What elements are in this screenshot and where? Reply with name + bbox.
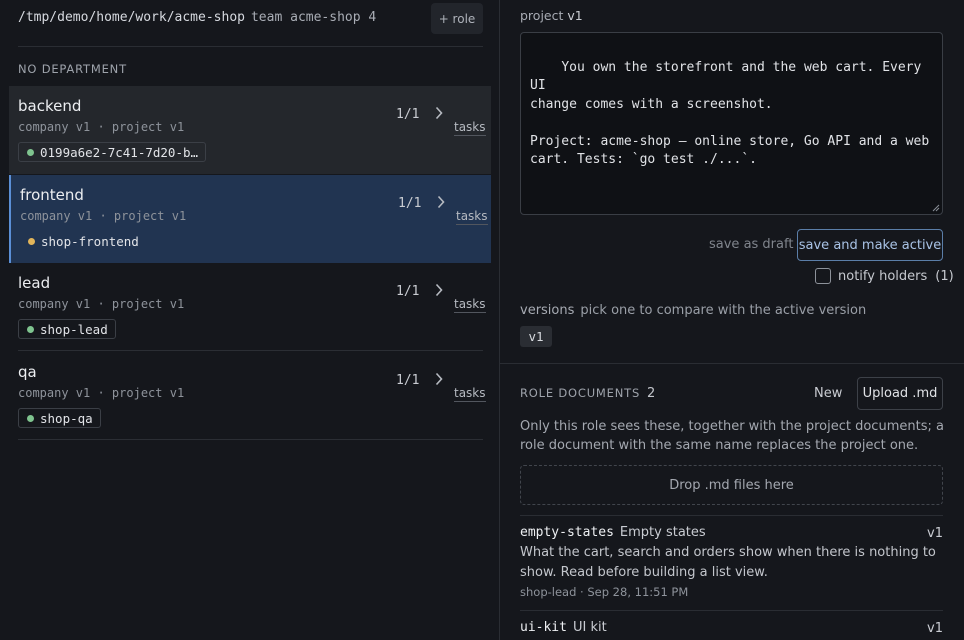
status-dot-icon (27, 148, 34, 156)
chevron-right-icon[interactable] (435, 106, 443, 120)
role-holder-count: 1/1 (396, 107, 420, 122)
add-role-button[interactable]: + role (431, 3, 483, 34)
role-meta: company v1 · project v1 (18, 386, 185, 400)
documents-title: ROLE DOCUMENTS (520, 386, 641, 400)
role-name: backend (18, 97, 82, 115)
holder-chip[interactable]: 0199a6e2-7c41-7d20-b… (18, 142, 207, 162)
role-prompt-editor[interactable]: You own the storefront and the web cart.… (520, 32, 943, 215)
versions-heading: versions pick one to compare with the act… (520, 303, 866, 318)
save-active-button[interactable]: save and make active (797, 229, 943, 261)
upload-md-button[interactable]: Upload .md (857, 377, 943, 410)
versions-label: versions (520, 303, 575, 318)
holder-chip[interactable]: shop-qa (18, 408, 101, 428)
version-chip[interactable]: v1 (520, 326, 552, 347)
documents-count: 2 (647, 386, 656, 401)
role-row-backend[interactable]: backend company v1 · project v1 1/1 task… (9, 86, 491, 174)
chevron-right-icon[interactable] (437, 195, 445, 209)
status-dot-icon (27, 325, 34, 333)
role-name: lead (18, 274, 51, 292)
divider (500, 363, 964, 364)
editor-version: v1 (567, 8, 583, 23)
holder-id: shop-lead (40, 321, 108, 337)
divider (520, 610, 943, 611)
role-row-qa[interactable]: qa company v1 · project v1 1/1 tasks sho… (9, 352, 491, 440)
role-meta: company v1 · project v1 (18, 297, 185, 311)
project-path: /tmp/demo/home/work/acme-shop (18, 10, 245, 25)
role-row-frontend[interactable]: frontend company v1 · project v1 1/1 tas… (9, 175, 491, 263)
document-title: UI kit (572, 620, 607, 635)
role-detail-pane: project v1 You own the storefront and the… (500, 0, 964, 640)
notify-count: (1) (935, 268, 954, 284)
role-prompt-text: You own the storefront and the web cart.… (530, 59, 930, 168)
chevron-right-icon[interactable] (435, 372, 443, 386)
status-dot-icon (27, 414, 34, 422)
md-dropzone[interactable]: Drop .md files here (520, 465, 943, 505)
team-label: team acme-shop 4 (250, 10, 377, 25)
document-title: Empty states (619, 525, 706, 540)
notify-label: notify holders (838, 268, 928, 284)
holder-chip[interactable]: shop-frontend (20, 231, 146, 251)
document-item-header[interactable]: empty-states Empty states v1 (520, 525, 943, 541)
tasks-link[interactable]: tasks (454, 297, 486, 313)
role-meta: company v1 · project v1 (18, 120, 185, 134)
status-dot-icon (28, 237, 35, 245)
holder-id: shop-frontend (41, 233, 139, 249)
document-meta: shop-lead · Sep 28, 11:51 PM (520, 585, 689, 599)
notify-checkbox[interactable] (815, 268, 831, 284)
documents-description: Only this role sees these, together with… (520, 419, 944, 453)
dropzone-label: Drop .md files here (669, 477, 794, 493)
holder-id: 0199a6e2-7c41-7d20-b… (40, 144, 199, 160)
editor-label: project v1 (520, 8, 583, 23)
new-document-button[interactable]: New (814, 386, 842, 401)
divider (18, 46, 483, 47)
divider (18, 439, 483, 440)
versions-hint: pick one to compare with the active vers… (580, 303, 867, 318)
resize-handle-icon[interactable] (932, 204, 940, 212)
document-item-header[interactable]: ui-kit UI kit v1 (520, 620, 943, 636)
role-name: frontend (20, 186, 84, 204)
roles-pane: /tmp/demo/home/work/acme-shop team acme-s… (0, 0, 499, 640)
chevron-right-icon[interactable] (435, 283, 443, 297)
document-summary: What the cart, search and orders show wh… (520, 545, 936, 580)
document-name: empty-states (520, 525, 614, 540)
divider (520, 515, 943, 516)
role-row-lead[interactable]: lead company v1 · project v1 1/1 tasks s… (9, 263, 491, 351)
editor-scope: project (520, 8, 564, 23)
tasks-link[interactable]: tasks (454, 386, 486, 402)
save-draft-button[interactable]: save as draft (709, 237, 793, 252)
document-name: ui-kit (520, 620, 567, 635)
project-path-row: /tmp/demo/home/work/acme-shop team acme-s… (18, 10, 376, 25)
documents-heading: ROLE DOCUMENTS 2 (520, 386, 655, 401)
tasks-link[interactable]: tasks (454, 120, 486, 136)
document-version: v1 (927, 526, 943, 541)
holder-chip[interactable]: shop-lead (18, 319, 116, 339)
document-version: v1 (927, 621, 943, 636)
divider (18, 350, 483, 351)
role-holder-count: 1/1 (396, 284, 420, 299)
holder-id: shop-qa (40, 410, 93, 426)
department-heading: NO DEPARTMENT (18, 62, 127, 76)
role-holder-count: 1/1 (398, 196, 422, 211)
notify-holders-option[interactable]: notify holders (1) (815, 268, 954, 284)
role-holder-count: 1/1 (396, 373, 420, 388)
role-name: qa (18, 363, 37, 381)
tasks-link[interactable]: tasks (456, 209, 488, 225)
role-meta: company v1 · project v1 (20, 209, 187, 223)
